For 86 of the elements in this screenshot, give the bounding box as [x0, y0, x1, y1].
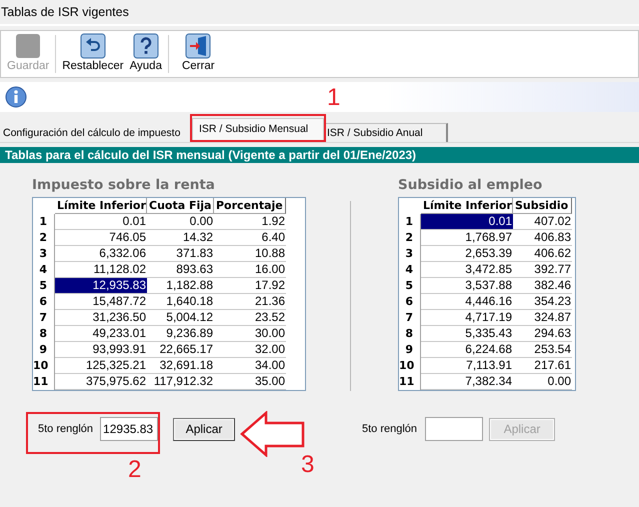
- table-cell[interactable]: 17.92: [214, 278, 286, 294]
- table-cell[interactable]: 15,487.72: [55, 294, 147, 310]
- table-cell[interactable]: 32.00: [214, 342, 286, 358]
- table-cell[interactable]: 217.61: [513, 358, 572, 374]
- table-cell[interactable]: 1,182.88: [147, 278, 214, 294]
- panel-title: Subsidio al empleo: [398, 177, 544, 195]
- toolbar-button[interactable]: Ayuda: [126, 31, 165, 77]
- input-field[interactable]: 12935.83: [100, 417, 158, 441]
- row-number: 10: [399, 358, 421, 374]
- window-title: Tablas de ISR vigentes: [1, 5, 129, 19]
- table-cell[interactable]: 32,691.18: [147, 358, 214, 374]
- table-cell[interactable]: 1.92: [214, 214, 286, 230]
- table-cell[interactable]: 893.63: [147, 262, 214, 278]
- table-cell[interactable]: 294.63: [513, 326, 572, 342]
- undo-icon: [80, 33, 106, 59]
- table-cell[interactable]: 14.32: [147, 230, 214, 246]
- table-cell[interactable]: 0.00: [513, 374, 572, 390]
- column-header: Porcentaje: [214, 198, 286, 214]
- table-cell[interactable]: 253.54: [513, 342, 572, 358]
- exit-icon: [185, 33, 212, 59]
- table-cell[interactable]: 406.83: [513, 230, 572, 246]
- table-cell[interactable]: 6,224.68: [421, 342, 513, 358]
- table-cell[interactable]: 4,717.19: [421, 310, 513, 326]
- table-cell[interactable]: 354.23: [513, 294, 572, 310]
- toolbar-button[interactable]: Cerrar: [172, 31, 225, 77]
- table-cell[interactable]: 93,993.91: [55, 342, 147, 358]
- row-number: 11: [399, 374, 421, 390]
- table-cell[interactable]: 21.36: [214, 294, 286, 310]
- row-number: 10: [33, 358, 55, 374]
- table-cell[interactable]: 16.00: [214, 262, 286, 278]
- table-cell[interactable]: 0.01: [421, 214, 513, 230]
- table-cell[interactable]: 7,382.34: [421, 374, 513, 390]
- table-cell[interactable]: 6,332.06: [55, 246, 147, 262]
- table-cell[interactable]: 5,335.43: [421, 326, 513, 342]
- column-header: Subsidio: [513, 198, 572, 214]
- table-cell[interactable]: 1,640.18: [147, 294, 214, 310]
- annotation-number: 1: [327, 86, 340, 110]
- table-cell[interactable]: 375,975.62: [55, 374, 147, 390]
- table-cell[interactable]: 324.87: [513, 310, 572, 326]
- table-cell[interactable]: 125,325.21: [55, 358, 147, 374]
- table-cell[interactable]: 746.05: [55, 230, 147, 246]
- table-cell[interactable]: 2,653.39: [421, 246, 513, 262]
- field-label: 5to renglón: [362, 423, 418, 435]
- table-cell[interactable]: 3,537.88: [421, 278, 513, 294]
- table-cell[interactable]: 117,912.32: [147, 374, 214, 390]
- input-field[interactable]: [425, 417, 484, 441]
- table-cell[interactable]: 3,472.85: [421, 262, 513, 278]
- column-header: Cuota Fija: [147, 198, 214, 214]
- table-cell[interactable]: 7,113.91: [421, 358, 513, 374]
- table-cell[interactable]: 0.01: [55, 214, 147, 230]
- table-cell[interactable]: 12,935.83: [55, 278, 147, 294]
- table-cell[interactable]: 10.88: [214, 246, 286, 262]
- info-icon: [5, 86, 27, 108]
- section-header: Tablas para el cálculo del ISR mensual (Vigente a partir del 01/Ene/2023): [0, 147, 639, 163]
- help-icon: [132, 33, 159, 59]
- table-cell[interactable]: 406.62: [513, 246, 572, 262]
- annotation-number: 2: [128, 458, 142, 482]
- column-header: Límite Inferior: [55, 198, 147, 214]
- annotation-number: 3: [301, 453, 314, 477]
- table-cell[interactable]: 35.00: [214, 374, 286, 390]
- table-cell[interactable]: 34.00: [214, 358, 286, 374]
- table-cell[interactable]: 4,446.16: [421, 294, 513, 310]
- table-cell[interactable]: 9,236.89: [147, 326, 214, 342]
- panel-title: Impuesto sobre la renta: [32, 177, 216, 195]
- arrow-icon: [240, 411, 306, 457]
- blank-icon: [15, 33, 42, 59]
- table-cell[interactable]: 31,236.50: [55, 310, 147, 326]
- table-cell[interactable]: 0.00: [147, 214, 214, 230]
- field-label: 5to renglón: [38, 423, 94, 435]
- table-cell[interactable]: 49,233.01: [55, 326, 147, 342]
- table-cell[interactable]: 407.02: [513, 214, 572, 230]
- tab[interactable]: ISR / Subsidio Mensual: [192, 118, 324, 142]
- row-number: 11: [33, 374, 55, 390]
- table-cell[interactable]: 1,768.97: [421, 230, 513, 246]
- apply-button[interactable]: Aplicar: [173, 418, 236, 440]
- table-cell[interactable]: 392.77: [513, 262, 572, 278]
- table-cell[interactable]: 6.40: [214, 230, 286, 246]
- table-cell[interactable]: 23.52: [214, 310, 286, 326]
- table-cell[interactable]: 22,665.17: [147, 342, 214, 358]
- table-cell[interactable]: 371.83: [147, 246, 214, 262]
- table-cell[interactable]: 30.00: [214, 326, 286, 342]
- tab[interactable]: Configuración del cálculo de impuesto: [1, 123, 192, 142]
- table-cell[interactable]: 382.46: [513, 278, 572, 294]
- tab[interactable]: ISR / Subsidio Anual: [324, 123, 448, 142]
- table-cell[interactable]: 5,004.12: [147, 310, 214, 326]
- toolbar-button[interactable]: Restablecer: [59, 31, 127, 77]
